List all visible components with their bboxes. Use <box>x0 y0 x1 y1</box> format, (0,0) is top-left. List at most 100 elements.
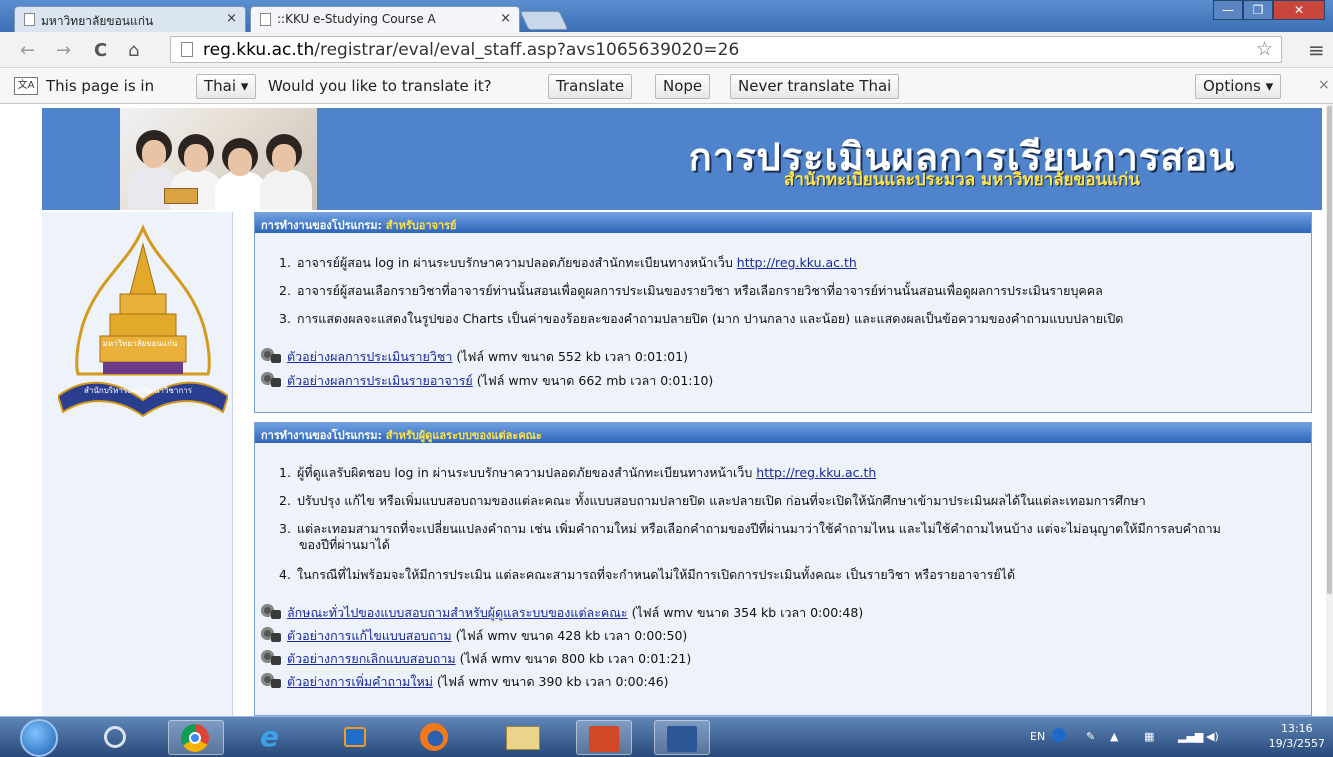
url-path: /registrar/eval/eval_staff.asp?avs106563… <box>314 40 740 60</box>
translate-question-text: Would you like to translate it? <box>268 77 492 95</box>
media-center-icon[interactable] <box>88 720 144 755</box>
word-icon[interactable] <box>654 720 710 755</box>
translate-infobar: 文A This page is in Thai ▾ Would you like… <box>0 68 1333 104</box>
tab-label: ::KKU e-Studying Course A <box>277 12 436 26</box>
show-hidden-icons-icon[interactable]: ▲ <box>1110 730 1118 743</box>
translate-icon: 文A <box>14 77 38 95</box>
clock-time: 13:16 <box>1280 722 1313 735</box>
internet-explorer-icon[interactable]: e <box>248 720 304 755</box>
system-clock[interactable]: 13:16 19/3/2557 <box>1269 721 1325 751</box>
help-icon[interactable] <box>1052 728 1066 742</box>
film-reel-icon <box>261 627 281 643</box>
language-select[interactable]: Thai ▾ <box>196 74 257 99</box>
emblem-ribbon-text: สำนักบริหารและพัฒนาวิชาการ <box>84 386 192 395</box>
address-bar[interactable]: reg.kku.ac.th/registrar/eval/eval_staff.… <box>170 36 1282 63</box>
signal-icon[interactable]: ▂▄▆ <box>1178 730 1203 743</box>
panel-for-faculty-admins: การทำงานของโปรแกรม: สำหรับผู้ดูแลระบบของ… <box>254 422 1312 716</box>
back-arrow-icon[interactable]: ← <box>20 40 35 61</box>
film-reel-icon <box>261 673 281 689</box>
url-text: reg.kku.ac.th/registrar/eval/eval_staff.… <box>203 40 739 60</box>
navigation-toolbar: ← → C ⌂ reg.kku.ac.th/registrar/eval/eva… <box>0 32 1333 68</box>
tab-close-icon[interactable]: × <box>500 11 511 26</box>
film-reel-icon <box>261 348 281 364</box>
page-viewport: การประเมินผลการเรียนการสอน สำนักทะเบียนแ… <box>0 104 1326 716</box>
dropdown-caret-icon: ▾ <box>240 77 249 95</box>
tab-kku-university[interactable]: มหาวิทยาลัยขอนแก่น × <box>14 6 246 32</box>
reload-icon[interactable]: C <box>94 40 107 61</box>
page-favicon-icon <box>24 13 35 26</box>
bookmark-star-icon[interactable]: ☆ <box>1256 38 1273 60</box>
video-item: ตัวอย่างผลการประเมินรายวิชา (ไฟล์ wmv ขน… <box>261 347 688 367</box>
file-explorer-icon[interactable] <box>496 720 552 755</box>
video-link[interactable]: ลักษณะทั่วไปของแบบสอบถามสำหรับผู้ดูแลระบ… <box>287 605 628 620</box>
chrome-menu-icon[interactable]: ≡ <box>1308 38 1325 62</box>
reg-kku-link[interactable]: http://reg.kku.ac.th <box>756 465 876 480</box>
forward-arrow-icon[interactable]: → <box>56 40 71 61</box>
firefox-icon[interactable] <box>408 720 464 755</box>
dropdown-caret-icon: ▾ <box>1265 77 1274 95</box>
list-item: 3. แต่ละเทอมสามารถที่จะเปลี่ยนแปลงคำถาม เ… <box>279 521 1221 552</box>
video-link[interactable]: ตัวอย่างการเพิ่มคำถามใหม่ <box>287 674 433 689</box>
page-favicon-icon <box>260 13 271 26</box>
never-translate-button[interactable]: Never translate Thai <box>730 74 900 99</box>
video-item: ตัวอย่างผลการประเมินรายอาจารย์ (ไฟล์ wmv… <box>261 371 713 391</box>
film-reel-icon <box>261 372 281 388</box>
film-reel-icon <box>261 650 281 666</box>
page-subtitle: สำนักทะเบียนและประมวล มหาวิทยาลัยขอนแก่น <box>784 170 1140 190</box>
scrollbar-thumb[interactable] <box>1327 106 1332 594</box>
video-link[interactable]: ตัวอย่างการแก้ไขแบบสอบถาม <box>287 628 452 643</box>
close-window-button[interactable]: ✕ <box>1273 0 1325 20</box>
translate-prefix-text: This page is in <box>46 77 155 95</box>
window-title-bar: มหาวิทยาลัยขอนแก่น × ::KKU e-Studying Co… <box>0 0 1333 32</box>
list-item: 1. อาจารย์ผู้สอน log in ผ่านระบบรักษาความ… <box>279 255 857 270</box>
chrome-icon[interactable] <box>168 720 224 755</box>
panel-header-prefix: การทำงานของโปรแกรม: <box>261 219 382 232</box>
home-icon[interactable]: ⌂ <box>128 40 139 61</box>
emblem-name-label: มหาวิทยาลัยขอนแก่น <box>102 339 178 348</box>
video-item: ตัวอย่างการแก้ไขแบบสอบถาม (ไฟล์ wmv ขนาด… <box>261 626 687 646</box>
infobar-close-icon[interactable]: × <box>1318 77 1330 93</box>
clock-date: 19/3/2557 <box>1268 737 1325 750</box>
video-link[interactable]: ตัวอย่างการยกเลิกแบบสอบถาม <box>287 651 456 666</box>
video-link[interactable]: ตัวอย่างผลการประเมินรายอาจารย์ <box>287 373 473 388</box>
panel-header: การทำงานของโปรแกรม: สำหรับอาจารย์ <box>255 213 1311 233</box>
powerpoint-icon[interactable] <box>576 720 632 755</box>
list-item: 4. ในกรณีที่ไม่พร้อมจะให้มีการประเมิน แต่… <box>279 567 1016 582</box>
panel-header-highlight: สำหรับผู้ดูแลระบบของแต่ละคณะ <box>385 429 542 442</box>
film-reel-icon <box>261 604 281 620</box>
translate-button[interactable]: Translate <box>548 74 633 99</box>
header-banner: การประเมินผลการเรียนการสอน สำนักทะเบียนแ… <box>42 108 1322 210</box>
start-orb-icon[interactable] <box>20 719 58 757</box>
panel-header-highlight: สำหรับอาจารย์ <box>385 219 457 232</box>
tab-close-icon[interactable]: × <box>226 11 237 26</box>
maximize-button[interactable]: ❐ <box>1243 0 1273 20</box>
video-item: ลักษณะทั่วไปของแบบสอบถามสำหรับผู้ดูแลระบ… <box>261 603 863 623</box>
translate-options-button[interactable]: Options ▾ <box>1195 74 1282 99</box>
page-icon <box>181 42 193 57</box>
panel-for-lecturers: การทำงานของโปรแกรม: สำหรับอาจารย์ 1. อาจา… <box>254 212 1312 413</box>
panel-header: การทำงานของโปรแกรม: สำหรับผู้ดูแลระบบของ… <box>255 423 1311 443</box>
options-label: Options <box>1203 77 1261 95</box>
minimize-button[interactable]: — <box>1213 0 1243 20</box>
pen-input-icon[interactable]: ✎ <box>1086 730 1095 743</box>
media-player-icon[interactable] <box>328 720 384 755</box>
list-item: 1. ผู้ที่ดูแลรับผิดชอบ log in ผ่านระบบรัก… <box>279 465 877 480</box>
language-value: Thai <box>204 77 237 95</box>
new-tab-button[interactable] <box>519 11 569 30</box>
windows-taskbar: e EN ✎ ▲ ▦ ▂▄▆ ◀) 13:16 19/3/2557 <box>0 716 1333 757</box>
nope-button[interactable]: Nope <box>655 74 711 99</box>
tab-label: มหาวิทยาลัยขอนแก่น <box>41 14 154 28</box>
list-item: 3. การแสดงผลจะแสดงในรูปของ Charts เป็นค่า… <box>279 311 1124 326</box>
tab-e-studying-course[interactable]: ::KKU e-Studying Course A × <box>250 6 520 32</box>
video-item: ตัวอย่างการยกเลิกแบบสอบถาม (ไฟล์ wmv ขนา… <box>261 649 691 669</box>
panel-header-prefix: การทำงานของโปรแกรม: <box>261 429 382 442</box>
list-item: 2. ปรับปรุง แก้ไข หรือเพิ่มแบบสอบถามของแต… <box>279 493 1146 508</box>
reg-kku-link[interactable]: http://reg.kku.ac.th <box>737 255 857 270</box>
language-indicator[interactable]: EN <box>1030 730 1045 743</box>
volume-icon[interactable]: ◀) <box>1206 730 1219 743</box>
network-icon[interactable]: ▦ <box>1144 730 1154 743</box>
video-item: ตัวอย่างการเพิ่มคำถามใหม่ (ไฟล์ wmv ขนาด… <box>261 672 669 692</box>
video-link[interactable]: ตัวอย่างผลการประเมินรายวิชา <box>287 349 452 364</box>
list-item: 2. อาจารย์ผู้สอนเลือกรายวิชาที่อาจารย์ท่า… <box>279 283 1103 298</box>
url-host: reg.kku.ac.th <box>203 40 315 60</box>
